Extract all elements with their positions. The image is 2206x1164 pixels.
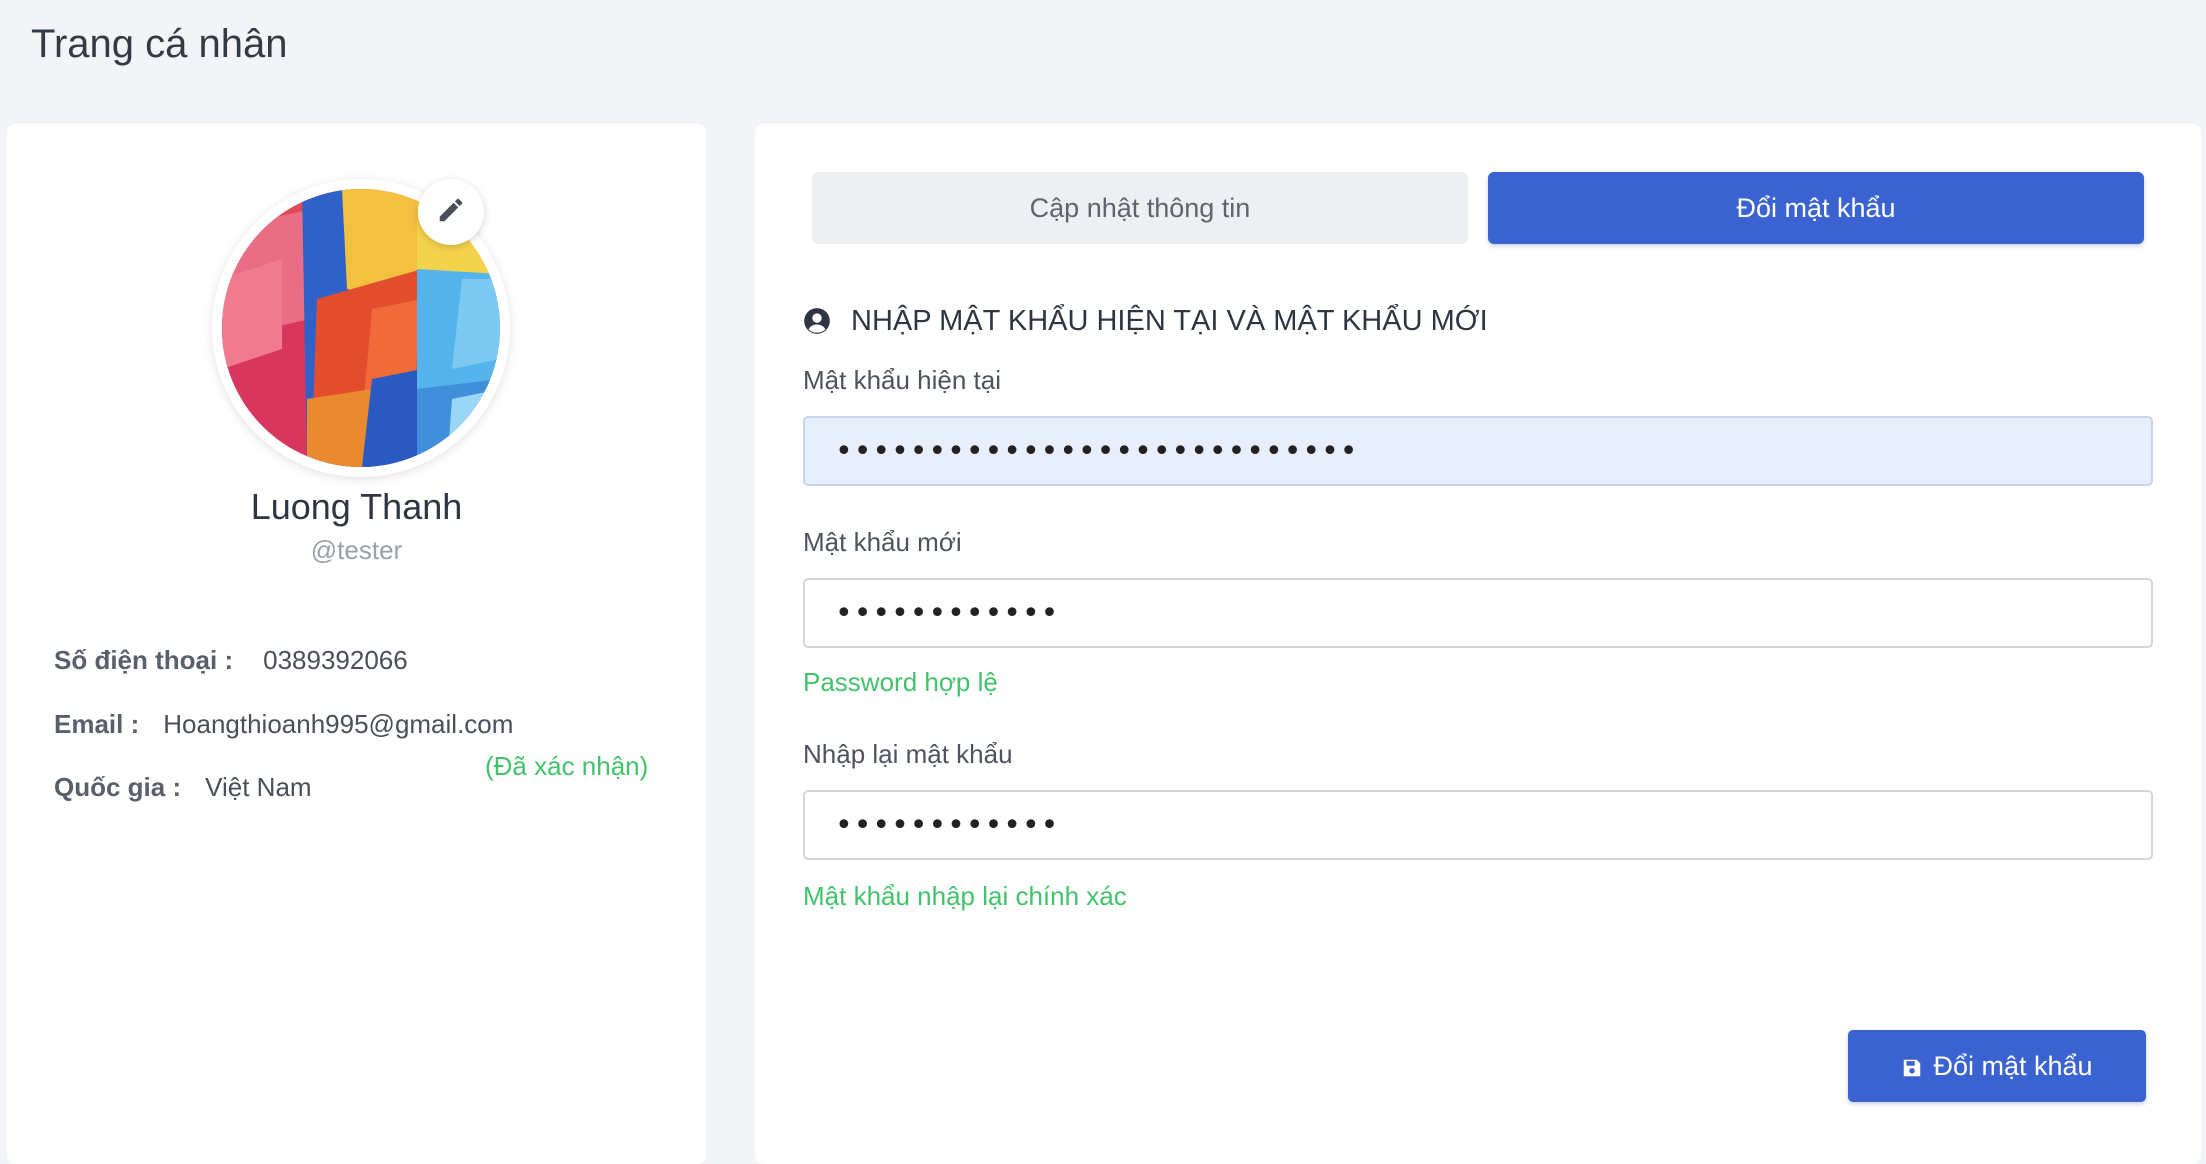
country-label: Quốc gia :	[54, 772, 182, 802]
section-title: NHẬP MẬT KHẨU HIỆN TẠI VÀ MẬT KHẨU MỚI	[851, 304, 1488, 337]
new-password-label: Mật khẩu mới	[803, 527, 962, 557]
current-password-input[interactable]	[803, 416, 2153, 486]
user-circle-icon	[803, 307, 831, 335]
phone-value: 0389392066	[263, 645, 408, 675]
section-heading: NHẬP MẬT KHẨU HIỆN TẠI VÀ MẬT KHẨU MỚI	[803, 301, 1488, 341]
confirm-password-input[interactable]	[803, 790, 2153, 860]
confirm-password-label: Nhập lại mật khẩu	[803, 739, 1013, 769]
save-icon	[1901, 1055, 1923, 1077]
phone-row: Số điện thoại : 0389392066	[54, 645, 408, 676]
new-password-hint: Password hợp lệ	[803, 667, 998, 697]
email-verified-status: (Đã xác nhận)	[485, 751, 649, 781]
change-password-button[interactable]: Đổi mật khẩu	[1848, 1030, 2146, 1102]
new-password-input[interactable]	[803, 578, 2153, 648]
current-password-label: Mật khẩu hiện tại	[803, 365, 1002, 395]
password-card: Cập nhật thông tin Đổi mật khẩu NHẬP MẬT…	[755, 124, 2201, 1164]
email-value: Hoangthioanh995@gmail.com	[163, 709, 514, 739]
pencil-icon	[436, 195, 466, 230]
email-label: Email :	[54, 709, 140, 739]
change-password-button-label: Đổi mật khẩu	[1933, 1050, 2093, 1081]
user-handle: @tester	[310, 535, 403, 565]
country-value: Việt Nam	[205, 772, 312, 802]
confirm-password-hint: Mật khẩu nhập lại chính xác	[803, 881, 1127, 911]
phone-label: Số điện thoại :	[54, 645, 234, 675]
edit-avatar-button[interactable]	[418, 179, 484, 245]
page-title: Trang cá nhân	[31, 22, 288, 66]
user-name: Luong Thanh	[250, 486, 463, 527]
profile-card: Luong Thanh @tester Số điện thoại : 03893…	[7, 124, 706, 1164]
country-row: Quốc gia : Việt Nam	[54, 772, 312, 803]
tab-change-password[interactable]: Đổi mật khẩu	[1488, 172, 2144, 244]
tab-update-info[interactable]: Cập nhật thông tin	[812, 172, 1468, 244]
email-row: Email : Hoangthioanh995@gmail.com	[54, 709, 513, 740]
